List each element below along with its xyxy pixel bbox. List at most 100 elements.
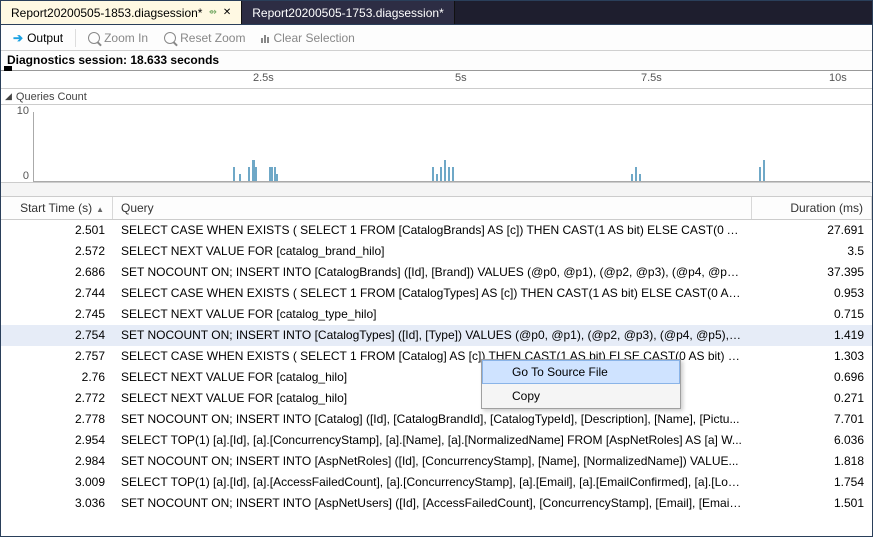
chart-bar [276,174,278,181]
query-grid[interactable]: Start Time (s) Query Duration (ms) 2.501… [1,197,872,538]
cell-start-time: 2.778 [1,412,113,426]
zoom-in-icon [88,32,100,44]
chart-bar [436,174,438,181]
cell-start-time: 2.754 [1,328,113,342]
grid-header: Start Time (s) Query Duration (ms) [1,197,872,220]
tab-label: Report20200505-1753.diagsession* [252,6,443,20]
table-row[interactable]: 2.754SET NOCOUNT ON; INSERT INTO [Catalo… [1,325,872,346]
table-row[interactable]: 2.984SET NOCOUNT ON; INSERT INTO [AspNet… [1,451,872,472]
cell-duration: 0.271 [752,391,872,405]
cell-duration: 7.701 [752,412,872,426]
tab-report-1853[interactable]: Report20200505-1853.diagsession* ⇴ ✕ [1,1,242,24]
table-row[interactable]: 2.744SELECT CASE WHEN EXISTS ( SELECT 1 … [1,283,872,304]
table-row[interactable]: 2.745SELECT NEXT VALUE FOR [catalog_type… [1,304,872,325]
output-button[interactable]: ➔ Output [7,29,69,47]
table-row[interactable]: 2.501SELECT CASE WHEN EXISTS ( SELECT 1 … [1,220,872,241]
table-row[interactable]: 2.954SELECT TOP(1) [a].[Id], [a].[Concur… [1,430,872,451]
context-menu: Go To Source File Copy [481,359,681,409]
collapse-icon[interactable]: ◢ [5,91,12,102]
zoom-in-button[interactable]: Zoom In [82,29,154,47]
cell-duration: 1.419 [752,328,872,342]
tick-7-5s: 7.5s [641,72,662,84]
close-icon[interactable]: ✕ [223,7,231,18]
table-row[interactable]: 2.778SET NOCOUNT ON; INSERT INTO [Catalo… [1,409,872,430]
chart-bar [639,174,641,181]
clear-selection-button[interactable]: Clear Selection [255,29,360,47]
cell-start-time: 3.036 [1,496,113,510]
table-row[interactable]: 3.009SELECT TOP(1) [a].[Id], [a].[Access… [1,472,872,493]
toolbar: ➔ Output Zoom In Reset Zoom Clear Select… [1,25,872,51]
cell-duration: 37.395 [752,265,872,279]
y-max: 10 [17,105,29,117]
cell-query: SELECT NEXT VALUE FOR [catalog_brand_hil… [113,244,752,258]
cell-query: SET NOCOUNT ON; INSERT INTO [CatalogBran… [113,265,752,279]
timeline-ruler[interactable]: 2.5s 5s 7.5s 10s [1,71,872,89]
reset-zoom-icon [164,32,176,44]
session-bar: Diagnostics session: 18.633 seconds [1,51,872,71]
chart-icon [261,32,269,43]
cell-query: SET NOCOUNT ON; INSERT INTO [CatalogType… [113,328,752,342]
clear-selection-label: Clear Selection [273,31,354,45]
cell-query: SELECT CASE WHEN EXISTS ( SELECT 1 FROM … [113,223,752,237]
cell-start-time: 2.744 [1,286,113,300]
chart-bar [452,167,454,181]
tab-report-1753[interactable]: Report20200505-1753.diagsession* [242,1,454,24]
cell-start-time: 2.76 [1,370,113,384]
cell-duration: 0.715 [752,307,872,321]
pin-icon[interactable]: ⇴ [208,7,216,18]
cell-start-time: 2.745 [1,307,113,321]
cell-start-time: 2.572 [1,244,113,258]
table-row[interactable]: 2.572SELECT NEXT VALUE FOR [catalog_bran… [1,241,872,262]
col-query[interactable]: Query [113,197,752,219]
zoom-in-label: Zoom In [104,31,148,45]
chart-bar [239,174,241,181]
chart-bar [432,167,434,181]
chart-plot-area[interactable] [33,112,870,182]
cell-start-time: 2.757 [1,349,113,363]
cell-duration: 6.036 [752,433,872,447]
cell-start-time: 2.686 [1,265,113,279]
cell-query: SET NOCOUNT ON; INSERT INTO [AspNetRoles… [113,454,752,468]
cell-query: SELECT TOP(1) [a].[Id], [a].[AccessFaile… [113,475,752,489]
tick-5s: 5s [455,72,467,84]
table-row[interactable]: 2.772SELECT NEXT VALUE FOR [catalog_hilo… [1,388,872,409]
table-row[interactable]: 2.76SELECT NEXT VALUE FOR [catalog_hilo]… [1,367,872,388]
y-min: 0 [23,170,29,182]
cell-duration: 27.691 [752,223,872,237]
cell-start-time: 3.009 [1,475,113,489]
reset-zoom-label: Reset Zoom [180,31,245,45]
ctx-copy[interactable]: Copy [482,384,680,408]
cell-duration: 0.696 [752,370,872,384]
session-prefix: Diagnostics session: [7,53,130,67]
cell-duration: 1.818 [752,454,872,468]
cell-duration: 1.501 [752,496,872,510]
tab-bar: Report20200505-1853.diagsession* ⇴ ✕ Rep… [1,1,872,25]
output-arrow-icon: ➔ [13,31,23,45]
session-value: 18.633 seconds [130,53,219,67]
separator [75,29,76,47]
col-duration[interactable]: Duration (ms) [752,197,872,219]
chart-bar [631,174,633,181]
table-row[interactable]: 2.686SET NOCOUNT ON; INSERT INTO [Catalo… [1,262,872,283]
chart-bar [444,160,446,181]
ctx-go-to-source[interactable]: Go To Source File [482,360,680,384]
splitter[interactable] [1,183,872,197]
cell-query: SELECT CASE WHEN EXISTS ( SELECT 1 FROM … [113,286,752,300]
queries-count-chart[interactable]: 10 0 [1,105,872,183]
cell-duration: 1.303 [752,349,872,363]
cell-query: SET NOCOUNT ON; INSERT INTO [Catalog] ([… [113,412,752,426]
cell-query: SELECT TOP(1) [a].[Id], [a].[Concurrency… [113,433,752,447]
col-start-time[interactable]: Start Time (s) [1,197,113,219]
cell-query: SELECT NEXT VALUE FOR [catalog_type_hilo… [113,307,752,321]
chart-bar [763,160,765,181]
reset-zoom-button[interactable]: Reset Zoom [158,29,251,47]
chart-header[interactable]: ◢ Queries Count [1,89,872,105]
output-label: Output [27,31,63,45]
tab-label: Report20200505-1853.diagsession* [11,6,202,20]
table-row[interactable]: 2.757SELECT CASE WHEN EXISTS ( SELECT 1 … [1,346,872,367]
chart-bar [255,167,257,181]
chart-bar [635,167,637,181]
cell-start-time: 2.984 [1,454,113,468]
cell-start-time: 2.954 [1,433,113,447]
table-row[interactable]: 3.036SET NOCOUNT ON; INSERT INTO [AspNet… [1,493,872,514]
